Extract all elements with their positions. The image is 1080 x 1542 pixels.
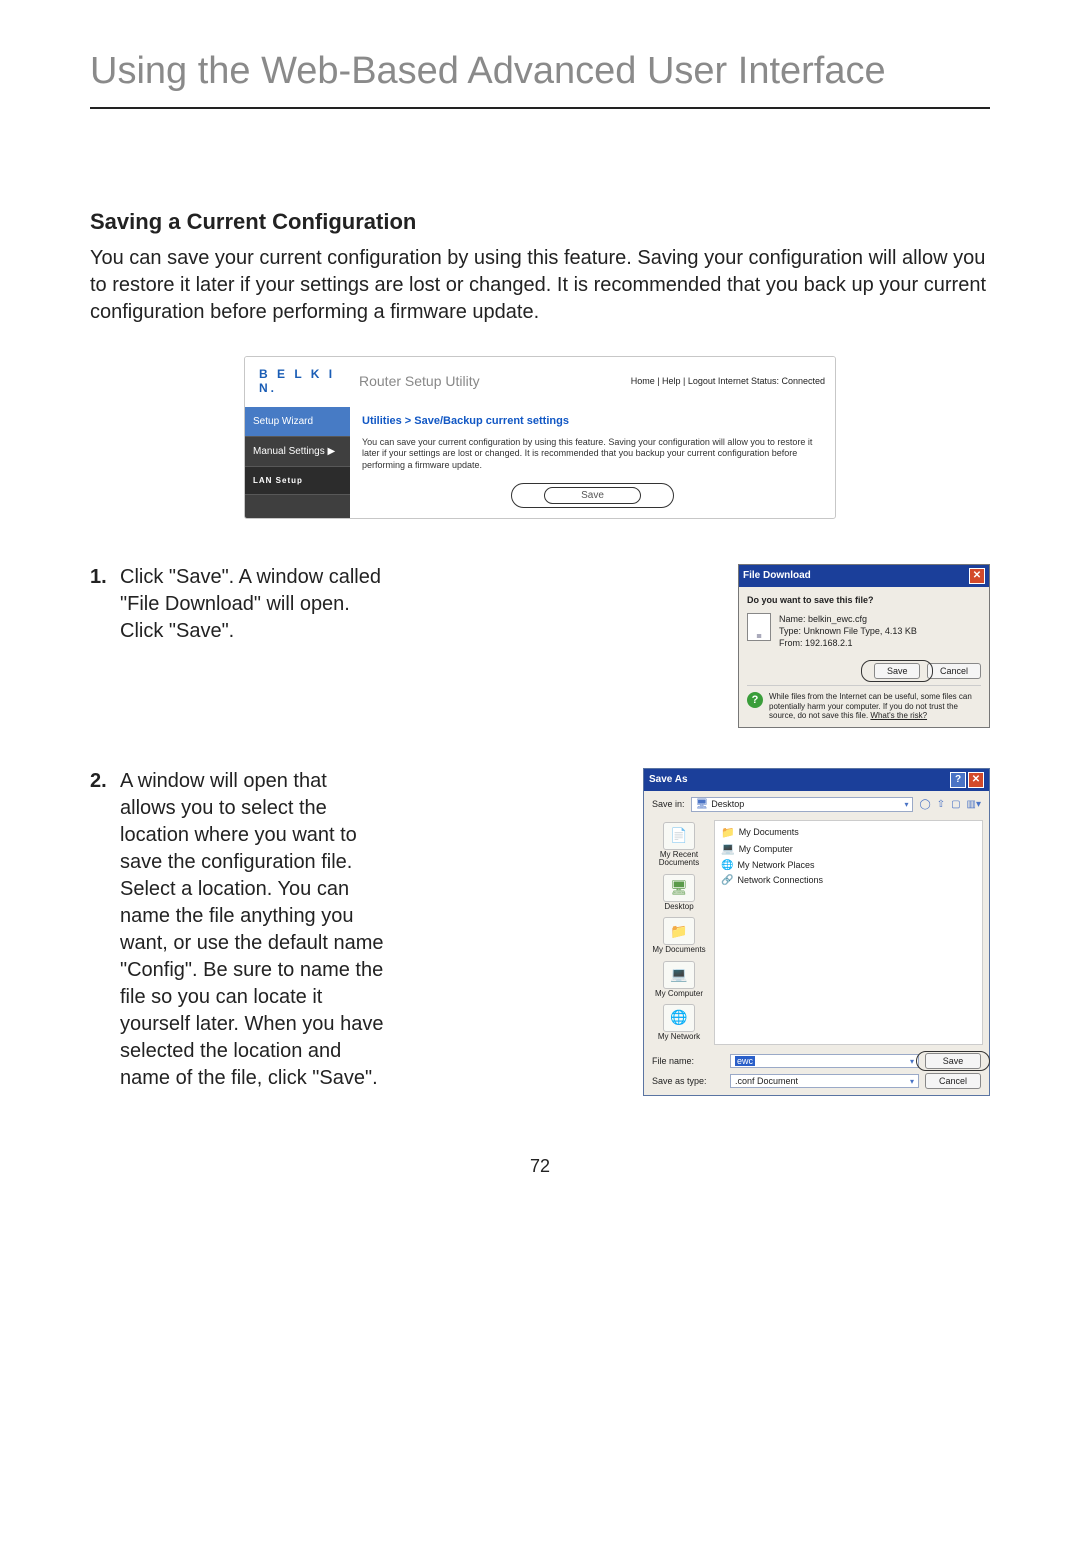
chevron-down-icon: ▾ [910, 1077, 914, 1086]
name-label: Name: [779, 614, 806, 624]
close-icon[interactable]: ✕ [968, 772, 984, 788]
network-icon: 🌐 [721, 858, 733, 873]
list-item: 💻My Computer [721, 841, 976, 858]
nav-manual-settings[interactable]: Manual Settings ▶ [245, 437, 350, 467]
chevron-down-icon: ▾ [910, 1057, 914, 1066]
file-download-title: File Download [743, 570, 811, 581]
section-heading: Saving a Current Configuration [90, 209, 990, 235]
save-as-title: Save As [649, 774, 688, 785]
place-mynetwork[interactable]: 🌐My Network [648, 1004, 710, 1041]
place-mycomputer[interactable]: 💻My Computer [648, 961, 710, 998]
list-item: 🌐My Network Places [721, 858, 976, 873]
filename-label: File name: [652, 1056, 724, 1066]
nav-lan-setup[interactable]: LAN Setup [245, 467, 350, 495]
place-mydocs[interactable]: 📁My Documents [648, 917, 710, 954]
folder-icon: 📁 [721, 825, 735, 842]
list-item: 🔗Network Connections [721, 873, 976, 888]
saveas-save-button[interactable]: Save [925, 1053, 981, 1069]
from-label: From: [779, 638, 803, 648]
views-icon[interactable]: ▥▾ [967, 799, 981, 810]
name-value: belkin_ewc.cfg [808, 614, 867, 624]
step-1-text: Click "Save". A window called "File Down… [120, 564, 385, 728]
list-item: 📁My Documents [721, 825, 976, 842]
savein-label: Save in: [652, 799, 685, 809]
save-as-dialog: Save As ? ✕ Save in: 🖥Desktop ▾ ◯ ⇧ ▢ ▥▾ [643, 768, 990, 1096]
page-title: Using the Web-Based Advanced User Interf… [90, 50, 990, 109]
saveas-cancel-button[interactable]: Cancel [925, 1073, 981, 1089]
breadcrumb: Utilities > Save/Backup current settings [362, 415, 823, 427]
type-value: Unknown File Type, 4.13 KB [804, 626, 917, 636]
from-value: 192.168.2.1 [805, 638, 853, 648]
save-button[interactable]: Save [544, 487, 641, 504]
place-recent[interactable]: 📄My Recent Documents [648, 822, 710, 868]
saveastype-field[interactable]: .conf Document▾ [730, 1074, 919, 1088]
intro-text: You can save your current configuration … [90, 245, 990, 326]
router-utility-title: Router Setup Utility [359, 373, 514, 389]
up-icon[interactable]: ⇧ [937, 799, 945, 810]
chevron-down-icon: ▾ [904, 800, 908, 809]
savein-dropdown[interactable]: 🖥Desktop ▾ [691, 797, 914, 812]
help-button-icon[interactable]: ? [950, 772, 966, 788]
file-download-warning: While files from the Internet can be use… [769, 692, 981, 721]
back-icon[interactable]: ◯ [919, 799, 930, 810]
close-icon[interactable]: ✕ [969, 568, 985, 584]
nav-setup-wizard[interactable]: Setup Wizard [245, 407, 350, 437]
router-description: You can save your current configuration … [362, 437, 823, 471]
places-bar: 📄My Recent Documents 🖥Desktop 📁My Docume… [644, 818, 714, 1051]
file-list[interactable]: 📁My Documents 💻My Computer 🌐My Network P… [714, 820, 983, 1045]
type-label: Type: [779, 626, 801, 636]
file-download-question: Do you want to save this file? [747, 595, 981, 605]
saveastype-label: Save as type: [652, 1076, 724, 1086]
router-nav: Setup Wizard Manual Settings ▶ LAN Setup [245, 407, 350, 518]
file-download-cancel-button[interactable]: Cancel [927, 663, 981, 679]
file-icon: ≣ [747, 613, 771, 641]
newfolder-icon[interactable]: ▢ [951, 799, 960, 810]
router-top-links[interactable]: Home | Help | Logout Internet Status: Co… [631, 376, 825, 386]
router-utility-screenshot: B E L K I N. Router Setup Utility Home |… [244, 356, 836, 519]
place-desktop[interactable]: 🖥Desktop [648, 874, 710, 911]
belkin-logo: B E L K I N. [255, 367, 359, 395]
step-2-text: A window will open that allows you to se… [120, 768, 385, 1096]
file-download-save-button[interactable]: Save [874, 663, 921, 679]
risk-link[interactable]: What's the risk? [870, 711, 927, 720]
page-number: 72 [90, 1156, 990, 1177]
help-icon: ? [747, 692, 763, 708]
file-download-dialog: File Download ✕ Do you want to save this… [738, 564, 990, 728]
filename-field[interactable]: ewc▾ [730, 1054, 919, 1068]
step-2-number: 2. [90, 768, 120, 1096]
network-connections-icon: 🔗 [721, 873, 733, 888]
step-1-number: 1. [90, 564, 120, 728]
desktop-icon: 🖥 [696, 799, 709, 810]
computer-icon: 💻 [721, 841, 735, 858]
